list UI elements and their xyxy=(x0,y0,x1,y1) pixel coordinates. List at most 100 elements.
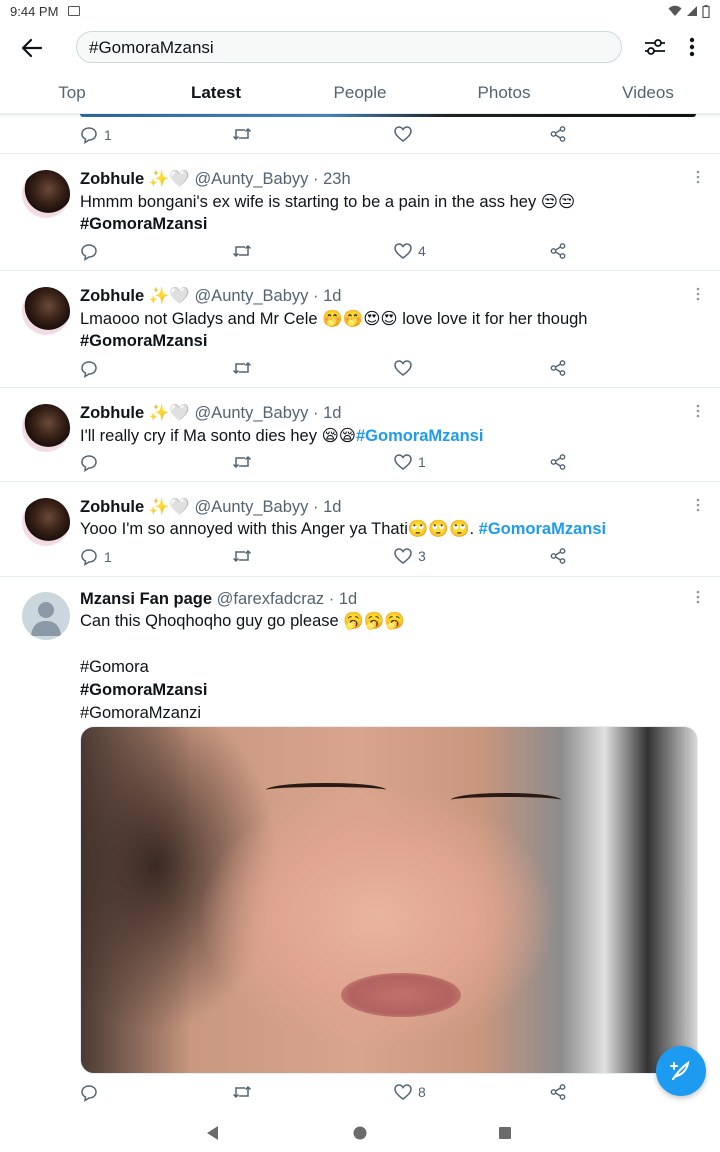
avatar[interactable] xyxy=(22,592,70,640)
reply-button[interactable] xyxy=(80,454,104,472)
like-button[interactable] xyxy=(394,126,412,142)
tweet-actions: 1 xyxy=(80,126,580,148)
tweet-more-button[interactable] xyxy=(696,498,708,516)
tweet-feed[interactable]: 1 Zobhule ✨🤍 @Aunty_Babyy · 23h Hmmm bon… xyxy=(0,114,720,1114)
reply-button[interactable]: 1 xyxy=(80,126,112,144)
reply-button[interactable]: 1 xyxy=(80,548,112,566)
tweet-text: Hmmm bongani's ex wife is starting to be… xyxy=(80,193,576,211)
nav-home-button[interactable] xyxy=(349,1122,371,1144)
more-vertical-icon xyxy=(696,590,700,604)
retweet-icon xyxy=(232,455,252,469)
arrow-left-icon xyxy=(21,38,43,58)
nav-back-button[interactable] xyxy=(202,1122,224,1144)
more-vertical-icon xyxy=(696,170,700,184)
display-name[interactable]: Zobhule xyxy=(80,404,144,422)
retweet-button[interactable] xyxy=(232,243,252,259)
tweet-more-button[interactable] xyxy=(696,170,708,188)
avatar[interactable] xyxy=(22,498,70,546)
share-button[interactable] xyxy=(550,243,566,259)
avatar[interactable] xyxy=(22,404,70,452)
heart-icon xyxy=(394,360,412,376)
tweet-time: · 1d xyxy=(313,287,342,305)
reply-icon xyxy=(81,549,97,566)
tweet-time: · 1d xyxy=(328,590,358,608)
hashtag-link[interactable]: #GomoraMzansi xyxy=(80,681,207,700)
tweet-more-button[interactable] xyxy=(696,287,708,305)
tweet-text: Can this Qhoqhoqho guy go please 🥱🥱🥱 xyxy=(80,612,405,630)
reply-count: 1 xyxy=(104,549,112,565)
heart-icon xyxy=(394,243,412,259)
tweet-divider xyxy=(0,153,720,154)
like-button[interactable]: 1 xyxy=(394,454,426,470)
display-name[interactable]: Zobhule xyxy=(80,498,144,516)
share-button[interactable] xyxy=(550,1084,566,1100)
tweet-text-line: Yooo I'm so annoyed with this Anger ya T… xyxy=(80,520,606,539)
hashtag-link[interactable]: #GomoraMzansi xyxy=(356,427,483,445)
like-count: 1 xyxy=(418,454,426,470)
tweet-divider xyxy=(0,387,720,388)
nav-recents-button[interactable] xyxy=(494,1122,516,1144)
retweet-button[interactable] xyxy=(232,1084,252,1100)
previous-tweet-media[interactable] xyxy=(80,114,696,117)
share-button[interactable] xyxy=(550,548,566,564)
tweet-header: Zobhule ✨🤍 @Aunty_Babyy · 1d xyxy=(80,498,341,517)
reply-button[interactable] xyxy=(80,360,104,378)
like-button[interactable]: 8 xyxy=(394,1084,426,1100)
tab-top[interactable]: Top xyxy=(0,74,144,113)
name-emoji: ✨🤍 xyxy=(148,170,190,188)
name-emoji: ✨🤍 xyxy=(148,287,190,305)
hashtag-link[interactable]: #GomoraMzansi xyxy=(80,215,207,234)
tweet-time: · 23h xyxy=(313,170,351,188)
share-icon xyxy=(550,360,566,376)
share-button[interactable] xyxy=(550,126,566,142)
tweet-divider xyxy=(0,576,720,577)
hashtag-link[interactable]: #GomoraMzansi xyxy=(479,520,606,538)
signal-icon xyxy=(687,6,697,16)
status-icons xyxy=(668,4,710,18)
hashtag-link[interactable]: #GomoraMzansi xyxy=(80,332,207,351)
like-button[interactable]: 3 xyxy=(394,548,426,564)
tweet-text: Lmaooo not Gladys and Mr Cele 🤭🤭😍😍 love … xyxy=(80,310,588,328)
tab-videos[interactable]: Videos xyxy=(576,74,720,113)
user-handle: @farexfadcraz xyxy=(216,590,325,608)
tab-people[interactable]: People xyxy=(288,74,432,113)
overflow-menu-button[interactable] xyxy=(682,34,702,60)
tab-latest[interactable]: Latest xyxy=(144,74,288,113)
back-button[interactable] xyxy=(18,34,46,62)
retweet-icon xyxy=(232,361,252,375)
name-emoji: ✨🤍 xyxy=(148,404,190,422)
search-input[interactable]: #GomoraMzansi xyxy=(76,31,622,63)
hashtag-link[interactable]: #Gomora xyxy=(80,658,149,677)
tweet-more-button[interactable] xyxy=(696,404,708,422)
search-filter-button[interactable] xyxy=(642,34,668,60)
tab-photos[interactable]: Photos xyxy=(432,74,576,113)
like-count: 8 xyxy=(418,1084,426,1100)
retweet-button[interactable] xyxy=(232,548,252,564)
like-count: 4 xyxy=(418,243,426,259)
retweet-button[interactable] xyxy=(232,360,252,376)
retweet-button[interactable] xyxy=(232,126,252,142)
reply-button[interactable] xyxy=(80,243,104,261)
share-button[interactable] xyxy=(550,360,566,376)
reply-count: 1 xyxy=(104,127,112,143)
avatar[interactable] xyxy=(22,287,70,335)
tweet-media-image[interactable] xyxy=(80,726,698,1074)
display-name[interactable]: Zobhule xyxy=(80,287,144,305)
reply-icon xyxy=(81,244,97,261)
share-button[interactable] xyxy=(550,454,566,470)
like-button[interactable]: 4 xyxy=(394,243,426,259)
tweet-text: I'll really cry if Ma sonto dies hey 😪😪 xyxy=(80,427,356,445)
reply-button[interactable] xyxy=(80,1084,104,1102)
like-button[interactable] xyxy=(394,360,418,376)
hashtag-link[interactable]: #GomoraMzanzi xyxy=(80,704,201,723)
display-name[interactable]: Mzansi Fan page xyxy=(80,590,212,608)
tweet-header: Mzansi Fan page @farexfadcraz · 1d xyxy=(80,590,357,609)
avatar[interactable] xyxy=(22,170,70,218)
image-eye-left xyxy=(266,783,386,797)
tweet-more-button[interactable] xyxy=(696,590,708,608)
sliders-icon xyxy=(645,39,665,55)
display-name[interactable]: Zobhule xyxy=(80,170,144,188)
compose-feather-icon xyxy=(670,1060,690,1080)
retweet-button[interactable] xyxy=(232,454,252,470)
compose-tweet-button[interactable] xyxy=(656,1046,706,1096)
